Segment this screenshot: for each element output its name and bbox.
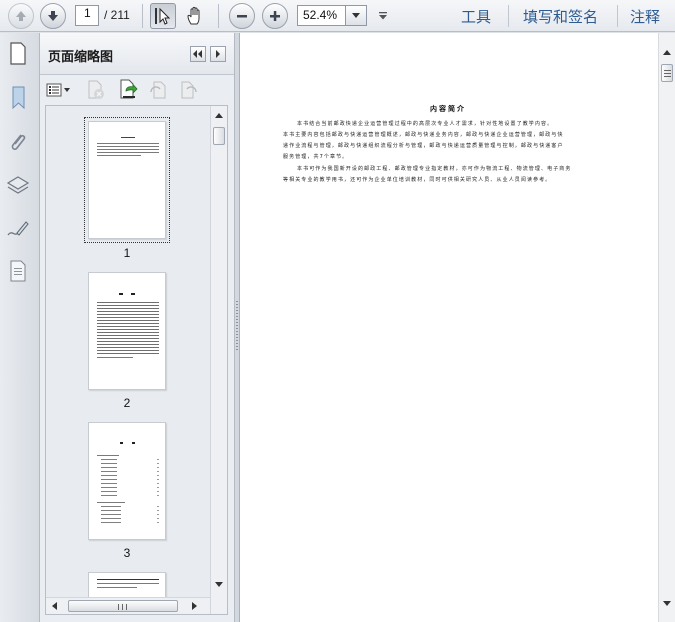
toolbar-divider (617, 5, 618, 27)
hand-icon (187, 6, 200, 25)
toolbar-divider (142, 4, 143, 28)
content-panel-button[interactable] (6, 258, 30, 284)
scroll-down-arrow-icon (663, 601, 671, 606)
insert-page-button[interactable] (117, 79, 139, 100)
expand-panel-button[interactable] (210, 46, 226, 62)
toolbar-divider (508, 5, 509, 27)
double-chevron-left-icon (193, 50, 202, 58)
thumbnails-icon (10, 42, 26, 65)
rotate-ccw-button[interactable] (147, 80, 169, 100)
scrollbar-thumb[interactable] (68, 600, 178, 612)
signatures-panel-button[interactable] (6, 216, 30, 242)
more-tools-button[interactable] (375, 6, 391, 26)
zoom-dropdown-button[interactable] (346, 5, 367, 26)
zoom-in-button[interactable] (262, 3, 288, 29)
document-view[interactable]: 内容简介 本书结合当前邮政快递企业运营管理过程中的高层次专业人才需求，针对性地设… (239, 33, 675, 622)
page-thumbnail-3[interactable] (88, 422, 166, 540)
page-number-input[interactable]: 1 (75, 5, 99, 26)
delete-page-icon (88, 80, 104, 99)
content-icon (10, 260, 26, 282)
bookmarks-panel-button[interactable] (6, 85, 30, 111)
hand-tool-button[interactable] (182, 3, 208, 29)
fill-and-sign-link[interactable]: 填写和签名 (523, 6, 598, 27)
chevron-down-icon (352, 13, 360, 18)
attachments-panel-button[interactable] (6, 129, 30, 155)
thumbnail-page-number: 1 (123, 246, 131, 260)
page-thumbnails-panel: 页面缩略图 1 2 3 (10, 33, 234, 622)
grip-icon (118, 604, 127, 610)
scroll-up-arrow-icon (215, 113, 223, 118)
rotate-left-icon (150, 81, 166, 99)
thumbnail-page-number: 2 (123, 396, 131, 410)
thumbnail-list: 1 2 3 (45, 105, 228, 615)
document-paragraph-line: 本书结合当前邮政快递企业运营管理过程中的高层次专业人才需求，针对性地设置了教学内… (297, 121, 554, 127)
rotate-right-icon (181, 81, 197, 99)
signature-icon (7, 221, 29, 236)
options-list-icon (46, 83, 70, 97)
pdf-reader-window: 1 / 211 52.4% 工具 填写和签名 注释 页面缩略图 1 2 3 内容… (0, 0, 675, 622)
zoom-out-button[interactable] (229, 3, 255, 29)
attachment-icon (11, 134, 26, 151)
cursor-select-icon (155, 7, 171, 25)
thumbnail-horizontal-scrollbar[interactable] (46, 597, 210, 614)
minus-icon (237, 15, 247, 18)
arrow-up-icon (16, 11, 26, 21)
panel-header: 页面缩略图 (10, 33, 234, 75)
main-toolbar: 1 / 211 52.4% 工具 填写和签名 注释 (0, 0, 675, 32)
page-total-label: / 211 (104, 8, 130, 22)
layers-icon (6, 176, 30, 194)
page-thumbnail-1[interactable] (84, 117, 170, 243)
thumbnail-page-number: 3 (123, 546, 131, 560)
document-paragraph-line: 服务管理，共7个章节。 (283, 154, 349, 160)
scroll-down-arrow-icon (215, 582, 223, 587)
tools-link[interactable]: 工具 (461, 6, 491, 27)
insert-page-icon (120, 79, 138, 99)
layers-panel-button[interactable] (6, 172, 30, 198)
overflow-menu-icon (378, 12, 387, 20)
select-tool-button[interactable] (150, 3, 176, 29)
next-page-button[interactable] (40, 3, 66, 29)
chevron-right-icon (216, 50, 220, 58)
document-vertical-scrollbar[interactable] (658, 33, 675, 622)
panel-toolbar (40, 76, 234, 104)
document-paragraph-line: 本书主要内容包括邮政与快递运营管理概述，邮政与快递业务内容，邮政与快递企业运营管… (283, 132, 564, 138)
zoom-level-input[interactable]: 52.4% (297, 5, 346, 26)
page-thumbnail-2[interactable] (88, 272, 166, 390)
document-paragraph-line: 递作业流程与管理，邮政与快递组织流程分析与管理，邮政与快递运营质量管理与控制，邮… (283, 143, 564, 149)
previous-page-button[interactable] (8, 3, 34, 29)
thumbnail-vertical-scrollbar[interactable] (210, 106, 227, 614)
arrow-down-icon (48, 11, 58, 21)
scroll-right-arrow-icon (192, 602, 197, 610)
document-paragraph-line: 本书可作为我国新开设的邮政工程、邮政管理专业指定教材，亦可作为物流工程、物流管理… (297, 166, 572, 172)
document-title: 内容简介 (430, 105, 466, 113)
panel-title: 页面缩略图 (48, 50, 114, 65)
grip-icon (664, 70, 671, 77)
scrollbar-thumb[interactable] (661, 64, 673, 82)
scroll-left-arrow-icon (52, 602, 57, 610)
comment-link[interactable]: 注释 (630, 6, 660, 27)
plus-icon (270, 11, 280, 21)
toolbar-divider (218, 4, 219, 28)
thumbnail-options-button[interactable] (46, 80, 72, 100)
document-paragraph-line: 等相关专业的教学用书，还可作为企业单位培训教材，同时可供相关研究人员、从业人员阅… (283, 177, 552, 183)
rotate-cw-button[interactable] (178, 80, 200, 100)
scrollbar-thumb[interactable] (213, 127, 225, 145)
collapse-panel-button[interactable] (190, 46, 206, 62)
bookmark-icon (12, 86, 25, 110)
delete-page-button[interactable] (85, 80, 107, 100)
scroll-up-arrow-icon (663, 50, 671, 55)
navigation-rail (0, 33, 40, 622)
